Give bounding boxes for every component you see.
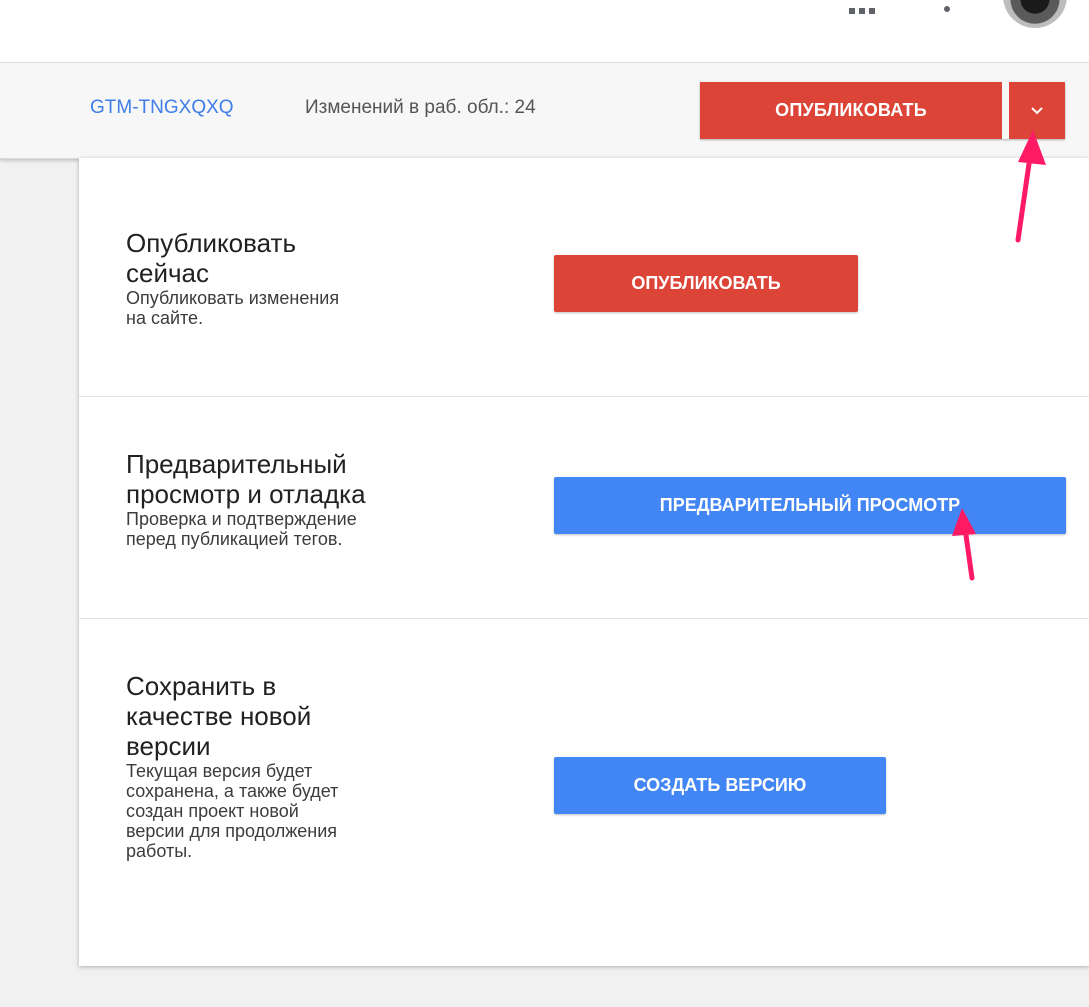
publish-now-description: Опубликовать изменения на сайте.: [126, 288, 340, 328]
split-separator: [1002, 82, 1009, 139]
publish-options-menu: Опубликовать сейчас Опубликовать изменен…: [79, 158, 1089, 966]
create-version-text: Сохранить в качестве новой версии Текуща…: [126, 671, 456, 861]
publish-now-section: Опубликовать сейчас Опубликовать изменен…: [79, 158, 1089, 396]
preview-title: Предварительный просмотр и отладка: [126, 449, 366, 509]
publish-dropdown-button[interactable]: [1009, 82, 1065, 139]
chevron-down-icon: [1031, 106, 1043, 114]
preview-description: Проверка и подтверждение перед публикаци…: [126, 509, 357, 549]
create-version-button[interactable]: СОЗДАТЬ ВЕРСИЮ: [554, 757, 886, 814]
preview-button[interactable]: ПРЕДВАРИТЕЛЬНЫЙ ПРОСМОТР: [554, 477, 1066, 534]
apps-grid-icon[interactable]: [849, 4, 879, 16]
publish-now-text: Опубликовать сейчас Опубликовать изменен…: [126, 228, 456, 328]
publish-now-title: Опубликовать сейчас: [126, 228, 297, 288]
account-avatar-icon[interactable]: [1003, 0, 1067, 28]
more-vert-icon[interactable]: [944, 6, 950, 12]
publish-now-button[interactable]: ОПУБЛИКОВАТЬ: [554, 255, 858, 312]
create-version-description: Текущая версия будет сохранена, а также …: [126, 761, 339, 861]
publish-split-button: ОПУБЛИКОВАТЬ: [700, 82, 1065, 139]
workspace-bar: GTM-TNGXQXQ Изменений в раб. обл.: 24 ОП…: [0, 63, 1089, 159]
container-id-link[interactable]: GTM-TNGXQXQ: [90, 97, 234, 119]
workspace-changes-count: Изменений в раб. обл.: 24: [305, 97, 536, 118]
create-version-title: Сохранить в качестве новой версии: [126, 671, 312, 761]
preview-text: Предварительный просмотр и отладка Прове…: [126, 449, 456, 549]
create-version-section: Сохранить в качестве новой версии Текуща…: [79, 619, 1089, 966]
preview-section: Предварительный просмотр и отладка Прове…: [79, 397, 1089, 618]
top-header: [0, 0, 1089, 62]
publish-button[interactable]: ОПУБЛИКОВАТЬ: [700, 82, 1002, 139]
